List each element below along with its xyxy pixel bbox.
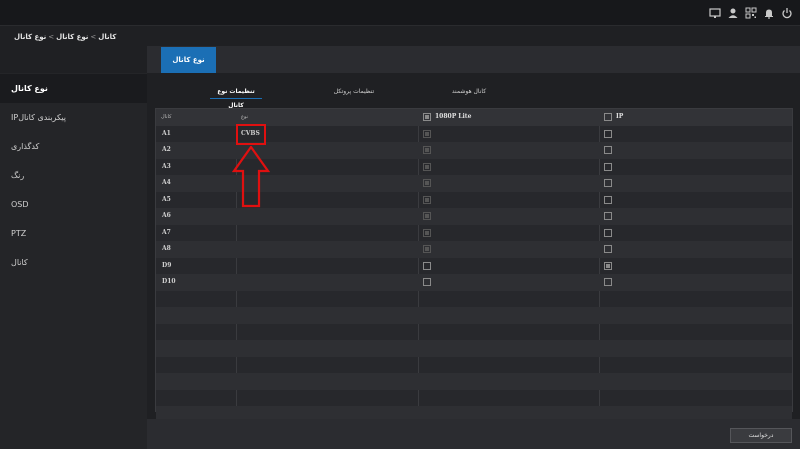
table-row: A7	[156, 225, 792, 242]
breadcrumb-item[interactable]: نوع کانال	[56, 33, 88, 41]
breadcrumb-separator: <	[48, 33, 55, 41]
lite-checkbox[interactable]	[423, 179, 431, 187]
breadcrumb-item[interactable]: کانال	[98, 33, 116, 41]
annotation-arrow-icon	[232, 146, 270, 208]
ip-checkbox[interactable]	[604, 261, 612, 270]
channel-name: A3	[162, 162, 171, 170]
table-row	[156, 357, 792, 374]
lite-checkbox[interactable]	[423, 245, 431, 253]
header-ip: IP	[616, 113, 624, 120]
channel-name: D9	[162, 261, 172, 269]
top-bar	[0, 0, 800, 26]
sidebar-item-ptz[interactable]: PTZ	[0, 219, 147, 248]
table-row	[156, 324, 792, 341]
table-row	[156, 291, 792, 308]
ip-checkbox[interactable]	[604, 245, 612, 253]
table-row	[156, 373, 792, 390]
table-row: A8	[156, 241, 792, 258]
subtab-protocol-settings[interactable]: تنظیمات پروتکل	[330, 85, 378, 99]
lite-checkbox[interactable]	[423, 162, 431, 171]
sidebar-item-ip-config[interactable]: IPپیکربندی کانال	[0, 103, 147, 132]
channel-name: A8	[162, 245, 171, 252]
channel-name: A4	[162, 179, 171, 186]
annotation-highlight-box	[236, 124, 266, 145]
breadcrumb: نوع کانال < نوع کانال < کانال	[14, 31, 116, 43]
ip-checkbox[interactable]	[604, 179, 612, 187]
main-header	[147, 46, 800, 73]
ip-checkbox[interactable]	[604, 212, 612, 220]
header-1080p-lite: 1080P Lite	[435, 113, 472, 120]
channel-name: A5	[162, 195, 171, 203]
table-row: D10	[156, 274, 792, 291]
ip-checkbox[interactable]	[604, 129, 612, 138]
subtab-channel-type-settings[interactable]: تنظیمات نوع کانال	[210, 85, 262, 109]
lite-checkbox[interactable]	[423, 228, 431, 237]
ip-checkbox[interactable]	[604, 228, 612, 237]
lite-checkbox[interactable]	[423, 146, 431, 154]
user-icon[interactable]	[727, 7, 739, 19]
breadcrumb-item[interactable]: نوع کانال	[14, 33, 46, 41]
channel-name: A1	[162, 129, 171, 137]
sidebar-item-channel-type[interactable]: نوع کانال	[0, 74, 147, 103]
table-row: D9	[156, 258, 792, 275]
sidebar-item-channel[interactable]: کانال	[0, 248, 147, 277]
lite-checkbox[interactable]	[423, 278, 431, 286]
sidebar-item-osd[interactable]: OSD	[0, 190, 147, 219]
header-ip-checkbox[interactable]	[604, 113, 612, 121]
monitor-icon[interactable]	[709, 7, 721, 19]
channel-name: D10	[162, 278, 176, 285]
ip-checkbox[interactable]	[604, 278, 612, 286]
ip-checkbox[interactable]	[604, 162, 612, 171]
footer-bar	[147, 419, 800, 449]
ip-checkbox[interactable]	[604, 146, 612, 154]
qr-icon[interactable]	[745, 7, 757, 19]
lite-checkbox[interactable]	[423, 212, 431, 220]
bell-icon[interactable]	[763, 7, 775, 19]
header-channel: کانال	[161, 114, 172, 120]
lite-checkbox[interactable]	[423, 195, 431, 204]
table-row	[156, 390, 792, 407]
apply-button[interactable]: درخواست	[730, 428, 792, 443]
table-row	[156, 307, 792, 324]
breadcrumb-separator: <	[90, 33, 97, 41]
channel-name: A2	[162, 146, 171, 153]
lite-checkbox[interactable]	[423, 261, 431, 270]
lite-checkbox[interactable]	[423, 129, 431, 138]
table-row: A6	[156, 208, 792, 225]
table-row	[156, 340, 792, 357]
channel-name: A7	[162, 228, 171, 236]
tab-channel-type[interactable]: نوع کانال	[161, 47, 216, 73]
sidebar-item-encoding[interactable]: کدگذاری	[0, 132, 147, 161]
header-lite-checkbox[interactable]	[423, 113, 431, 121]
channel-name: A6	[162, 212, 171, 219]
power-icon[interactable]	[781, 7, 793, 19]
subtab-smart-channel[interactable]: کانال هوشمند	[448, 85, 490, 99]
sidebar-item-color[interactable]: رنگ	[0, 161, 147, 190]
ip-checkbox[interactable]	[604, 195, 612, 204]
